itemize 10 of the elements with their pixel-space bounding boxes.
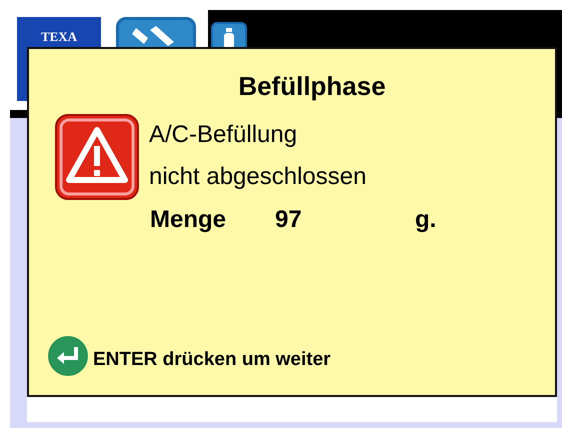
enter-icon <box>47 335 89 377</box>
hint-text: ENTER drücken um weiter <box>93 349 331 371</box>
message-text: nicht abgeschlossen <box>149 162 366 192</box>
quantity-unit: g. <box>415 206 436 234</box>
quantity-value: 97 <box>275 206 303 234</box>
message-text: A/C-Befüllung <box>149 120 298 150</box>
warning-icon <box>55 114 139 200</box>
logo-text: TEXA <box>40 29 78 44</box>
dialog-title: Befüllphase <box>237 71 387 102</box>
quantity-label: Menge <box>150 206 228 234</box>
